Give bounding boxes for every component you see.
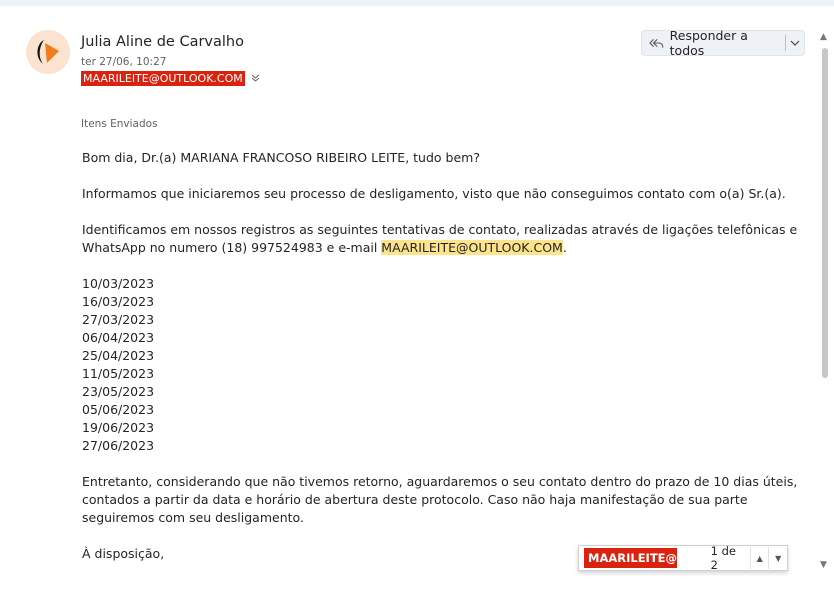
paragraph-intro: Informamos que iniciaremos seu processo … bbox=[82, 186, 786, 201]
reply-all-label: Responder a todos bbox=[669, 28, 748, 58]
contact-date: 05/06/2023 bbox=[82, 402, 155, 417]
chevron-down-icon: ▼ bbox=[775, 553, 782, 563]
find-bar: MAARILEITE@... 1 de 2 ▲ ▼ bbox=[578, 544, 788, 572]
expand-recipients-icon[interactable] bbox=[251, 73, 260, 85]
find-match-count: 1 de 2 bbox=[710, 544, 736, 572]
chevron-up-icon: ▲ bbox=[756, 553, 763, 563]
contact-date: 19/06/2023 bbox=[82, 420, 155, 435]
folder-label: Itens Enviados bbox=[81, 118, 158, 130]
chevron-down-icon bbox=[790, 40, 800, 46]
email-body: Bom dia, Dr.(a) MARIANA FRANCOSO RIBEIRO… bbox=[82, 149, 812, 563]
find-next-button[interactable]: ▼ bbox=[768, 547, 787, 569]
scrollbar-thumb[interactable] bbox=[822, 48, 828, 378]
message-date: ter 27/06, 10:27 bbox=[81, 56, 167, 68]
paragraph-deadline: Entretanto, considerando que não tivemos… bbox=[82, 474, 798, 525]
paragraph-contact-attempts: Identificamos em nossos registros as seg… bbox=[82, 221, 812, 257]
contact-dates-list: 10/03/2023 16/03/2023 27/03/2023 06/04/2… bbox=[82, 275, 812, 455]
scroll-down-arrow-icon[interactable]: ▼ bbox=[820, 560, 827, 570]
contact-date: 06/04/2023 bbox=[82, 330, 155, 345]
recipient-address[interactable]: MAARILEITE@OUTLOOK.COM bbox=[81, 71, 245, 86]
scroll-up-arrow-icon[interactable]: ▲ bbox=[820, 32, 827, 42]
paragraph-contact-end: . bbox=[562, 240, 567, 255]
find-previous-button[interactable]: ▲ bbox=[749, 547, 769, 569]
reply-all-icon bbox=[649, 38, 664, 48]
contact-date: 25/04/2023 bbox=[82, 348, 155, 363]
sender-logo-icon bbox=[26, 30, 70, 74]
reply-all-button[interactable]: Responder a todos bbox=[642, 28, 777, 58]
greeting: Bom dia, Dr.(a) MARIANA FRANCOSO RIBEIRO… bbox=[82, 150, 480, 165]
contact-date: 27/06/2023 bbox=[82, 438, 155, 453]
reply-all-group: Responder a todos bbox=[641, 28, 805, 58]
top-bar bbox=[0, 0, 834, 6]
sender-name[interactable]: Julia Aline de Carvalho bbox=[81, 34, 244, 50]
highlighted-email[interactable]: MAARILEITE@OUTLOOK.COM bbox=[381, 240, 563, 255]
contact-date: 27/03/2023 bbox=[82, 312, 155, 327]
contact-date: 11/05/2023 bbox=[82, 366, 155, 381]
contact-date: 23/05/2023 bbox=[82, 384, 155, 399]
recipient-line: MAARILEITE@OUTLOOK.COM bbox=[81, 71, 260, 86]
sender-avatar[interactable] bbox=[26, 30, 70, 74]
contact-date: 16/03/2023 bbox=[82, 294, 155, 309]
find-input[interactable]: MAARILEITE@... bbox=[584, 548, 677, 568]
contact-date: 10/03/2023 bbox=[82, 276, 155, 291]
reply-options-button[interactable] bbox=[786, 31, 804, 55]
